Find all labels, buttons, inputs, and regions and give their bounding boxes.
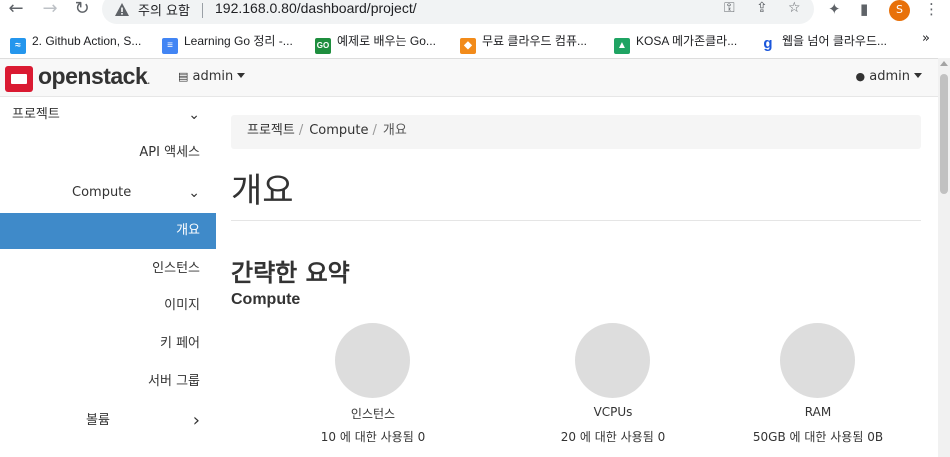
bookmark-item[interactable]: ≈2. Github Action, S... [10, 32, 142, 54]
sidebar-item-server-groups[interactable]: 서버 그룹 [0, 364, 216, 400]
scroll-up-arrow-icon[interactable] [940, 61, 948, 66]
sidebar-item-project[interactable]: 프로젝트 ⌄ [0, 97, 216, 133]
bookmark-star-icon[interactable]: ☆ [788, 0, 801, 16]
quota-pie [335, 323, 410, 398]
bookmark-item[interactable]: GO 예제로 배우는 Go... [315, 32, 436, 54]
sidebar-item-instances[interactable]: 인스턴스 [0, 251, 216, 287]
brand-name: openstack [38, 63, 148, 89]
browser-toolbar: ← → ↻ 주의 요함 192.168.0.80/dashboard/proje… [0, 0, 950, 24]
breadcrumb-separator: / [372, 123, 377, 138]
caret-down-icon [914, 73, 922, 78]
sidebar-item-label: 서버 그룹 [148, 374, 200, 389]
extensions-puzzle-icon[interactable]: ✦ [828, 0, 841, 18]
bookmark-label: 무료 클라우드 컴퓨... [482, 34, 587, 48]
chevron-down-icon: ⌄ [188, 107, 200, 123]
quota-pie-title: 인스턴스 [350, 407, 396, 421]
bookmark-item[interactable]: g 웹을 넘어 클라우드... [760, 32, 887, 52]
google-drive-icon: ▲ [614, 38, 630, 54]
breadcrumb-link[interactable]: Compute [309, 123, 368, 138]
forward-arrow-icon[interactable]: → [40, 0, 60, 20]
sidebar-item-label: Compute [72, 185, 132, 200]
reload-icon[interactable]: ↻ [72, 0, 92, 20]
bookmark-item[interactable]: ▲ KOSA 메가존클라... [614, 32, 738, 54]
share-icon[interactable]: ⇪ [756, 0, 768, 16]
quota-pie-usage: 20 에 대한 사용됨 0 [560, 430, 666, 444]
google-docs-icon: ≡ [162, 38, 178, 54]
quota-pie-usage: 50GB 에 대한 사용됨 0B [752, 430, 884, 444]
url-text[interactable]: 192.168.0.80/dashboard/project/ [215, 0, 417, 16]
sidebar-item-label: 인스턴스 [152, 261, 200, 276]
user-menu-label: admin [869, 69, 910, 84]
breadcrumb-current: 개요 [382, 123, 407, 138]
quota-pie-chart: 인스턴스 10 에 대한 사용됨 0 [263, 323, 483, 457]
sidebar-item-api-access[interactable]: API 액세스 [0, 135, 216, 171]
sidebar-item-label: 개요 [176, 223, 200, 238]
warning-triangle-icon[interactable] [114, 2, 130, 18]
openstack-navbar: openstack. ▤ admin ● admin [0, 58, 938, 97]
sidebar-item-compute[interactable]: Compute ⌄ [0, 175, 216, 211]
bookmark-label: KOSA 메가존클라... [636, 34, 738, 48]
sidebar-item-volumes[interactable]: 볼륨 › [0, 403, 216, 439]
quota-pie-chart: VCPUs 20 에 대한 사용됨 0 [503, 323, 723, 457]
bookmark-label: Learning Go 정리 -... [184, 34, 293, 48]
sidebar-item-label: 프로젝트 [12, 107, 60, 122]
bookmarks-bar: ≈2. Github Action, S... ≡ Learning Go 정리 … [0, 28, 950, 56]
bookmark-label: 예제로 배우는 Go... [337, 34, 436, 48]
bookmark-label: 2. Github Action, S... [32, 34, 142, 48]
sidebar-item-label: 키 페어 [159, 336, 200, 351]
main-content: 프로젝트 / Compute / 개요 개요 간략한 요약 Compute 인스턴스 1… [216, 97, 938, 457]
sidebar-item-label: 볼륨 [86, 413, 110, 428]
sidebar-item-images[interactable]: 이미지 [0, 288, 216, 324]
chevron-right-icon: › [192, 410, 200, 431]
brand-logo-text[interactable]: openstack. [38, 63, 150, 90]
quota-pie-title: VCPUs [593, 405, 633, 419]
aws-box-icon: ◆ [460, 38, 476, 54]
brand-dot: . [147, 76, 150, 87]
bookmark-item[interactable]: ◆ 무료 클라우드 컴퓨... [460, 32, 587, 54]
user-menu[interactable]: ● admin [856, 69, 922, 84]
omnibox-divider [202, 3, 203, 18]
caret-down-icon [237, 73, 246, 78]
project-selector[interactable]: ▤ admin [178, 69, 246, 84]
sidebar-item-label: 이미지 [164, 298, 200, 313]
quota-pie-title: RAM [804, 405, 832, 419]
quota-pie [575, 323, 650, 398]
page-scrollbar[interactable] [938, 58, 950, 457]
quota-pie-chart: RAM 50GB 에 대한 사용됨 0B [708, 323, 928, 457]
address-bar[interactable]: 주의 요함 192.168.0.80/dashboard/project/ ⚿ … [102, 0, 814, 24]
page-title: 개요 [231, 171, 294, 211]
security-warning-text[interactable]: 주의 요함 [138, 0, 190, 19]
breadcrumb-separator: / [298, 123, 304, 138]
quota-pie-usage: 10 에 대한 사용됨 0 [320, 430, 426, 444]
section-title: 간략한 요약 [231, 259, 350, 287]
bookmark-label: 웹을 넘어 클라우드... [782, 34, 887, 48]
title-divider [231, 220, 921, 221]
g-letter-icon: g [760, 36, 776, 52]
browser-menu-icon[interactable]: ⋮ [924, 0, 939, 18]
side-panel-icon[interactable]: ▮ [860, 0, 868, 18]
bookmarks-overflow-icon[interactable]: » [922, 31, 930, 46]
go-logo-icon: GO [315, 38, 331, 54]
server-icon: ▤ [178, 70, 189, 83]
subsection-title: Compute [231, 291, 301, 308]
back-arrow-icon[interactable]: ← [6, 0, 26, 20]
sidebar-item-key-pairs[interactable]: 키 페어 [0, 326, 216, 362]
scrollbar-thumb[interactable] [940, 74, 948, 194]
profile-avatar[interactable]: S [889, 0, 910, 21]
breadcrumb: 프로젝트 / Compute / 개요 [231, 115, 921, 149]
sidebar-item-label: API 액세스 [139, 145, 200, 160]
breadcrumb-link[interactable]: 프로젝트 [247, 123, 295, 138]
bookmark-item[interactable]: ≡ Learning Go 정리 -... [162, 32, 293, 54]
sidebar-item-overview[interactable]: 개요 [0, 213, 216, 249]
project-selector-label: admin [192, 69, 234, 84]
quota-pie [780, 323, 855, 398]
key-icon[interactable]: ⚿ [724, 0, 735, 16]
sidebar-nav: 프로젝트 ⌄ API 액세스 Compute ⌄ 개요 인스턴스 이미지 키 페… [0, 97, 216, 457]
docker-whale-icon: ≈ [10, 38, 26, 54]
openstack-logo-icon[interactable] [5, 66, 33, 92]
user-icon: ● [855, 70, 866, 83]
chevron-down-icon: ⌄ [188, 185, 200, 201]
